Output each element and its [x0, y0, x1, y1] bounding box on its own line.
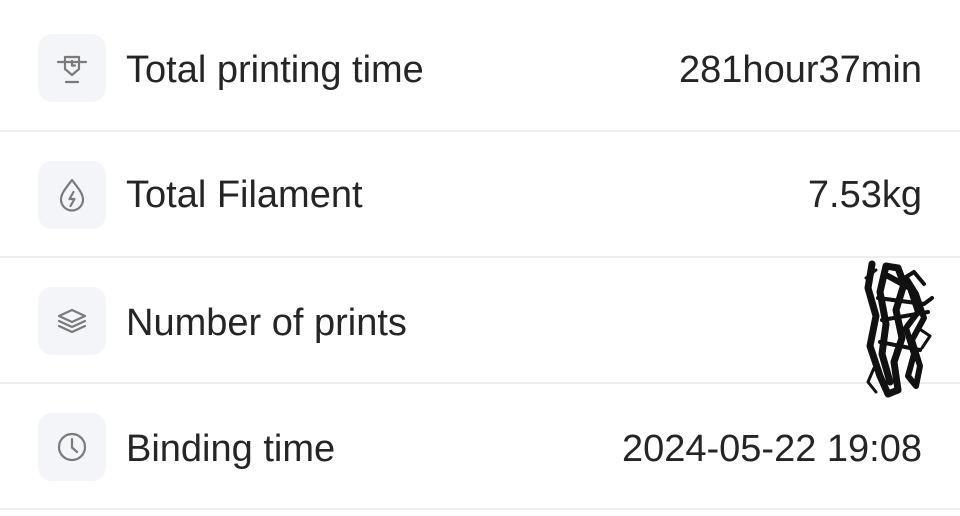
stat-value: 2024-05-22 19:08	[621, 428, 922, 470]
stat-row-printing-time: Total printing time 281hour37min	[0, 6, 960, 132]
stat-label: Number of prints	[126, 302, 407, 344]
clock-icon	[38, 413, 106, 481]
stat-value: 281hour37min	[679, 49, 922, 91]
stat-row-number-of-prints: Number of prints	[0, 258, 960, 384]
stat-label: Total printing time	[126, 49, 424, 91]
stat-value: 7.53kg	[807, 174, 922, 216]
stat-row-filament: Total Filament 7.53kg	[0, 132, 960, 258]
stat-label: Total Filament	[126, 174, 363, 216]
printer-nozzle-icon	[38, 34, 106, 102]
stat-label: Binding time	[126, 428, 336, 470]
filament-drop-icon	[38, 161, 106, 229]
redaction-scribble	[864, 260, 934, 398]
row-divider	[0, 508, 960, 510]
layers-icon	[38, 287, 106, 355]
printer-stats-list: Total printing time 281hour37min Total F…	[0, 0, 960, 516]
stat-row-binding-time: Binding time 2024-05-22 19:08	[0, 384, 960, 510]
